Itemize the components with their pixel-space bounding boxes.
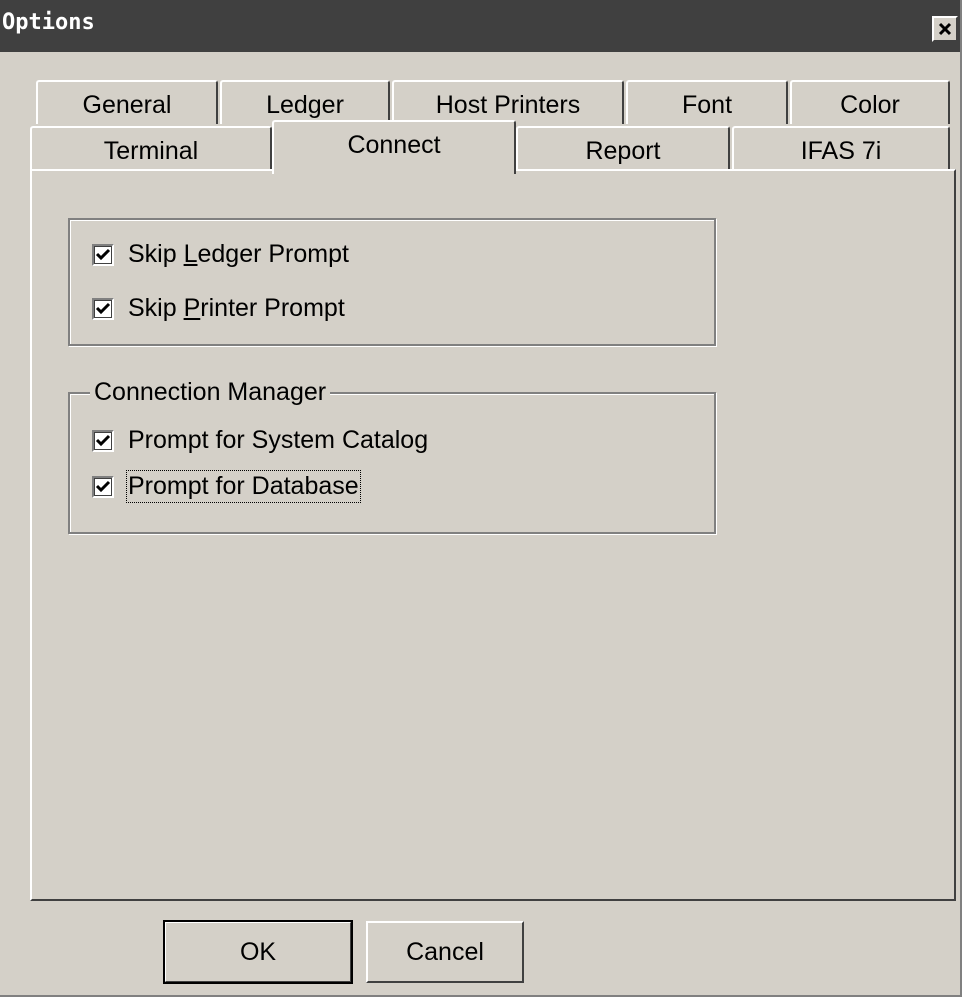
tab-color[interactable]: Color <box>790 80 950 124</box>
ok-button-label: OK <box>239 937 277 966</box>
title-bar[interactable]: Options <box>0 0 960 52</box>
tab-font[interactable]: Font <box>626 80 788 124</box>
tab-label: IFAS 7i <box>800 136 882 165</box>
tab-label: Terminal <box>103 136 199 165</box>
prompt-system-catalog-option[interactable]: Prompt for System Catalog <box>92 426 428 455</box>
checkmark-icon <box>95 248 111 260</box>
prompt-database-option[interactable]: Prompt for Database <box>92 470 361 503</box>
close-x-icon <box>938 22 952 36</box>
tab-label: General <box>82 90 172 119</box>
checkmark-icon <box>95 302 111 314</box>
connect-tab-panel: Skip Ledger Prompt Skip Printer Prompt C… <box>30 169 956 901</box>
tab-label: Host Printers <box>435 90 581 119</box>
prompts-group: Skip Ledger Prompt Skip Printer Prompt <box>68 218 716 346</box>
cancel-button-label: Cancel <box>406 937 484 966</box>
window-title: Options <box>2 10 95 35</box>
checkmark-icon <box>95 434 111 446</box>
prompt-system-catalog-checkbox[interactable] <box>92 429 114 452</box>
tab-label: Connect <box>347 130 441 159</box>
tab-label: Ledger <box>266 90 344 119</box>
skip-ledger-prompt-label: Skip Ledger Prompt <box>128 240 349 268</box>
skip-printer-prompt-option[interactable]: Skip Printer Prompt <box>92 294 345 323</box>
tab-general[interactable]: General <box>36 80 218 124</box>
skip-ledger-prompt-option[interactable]: Skip Ledger Prompt <box>92 240 349 269</box>
tab-ifas-7i[interactable]: IFAS 7i <box>732 126 950 170</box>
skip-ledger-prompt-checkbox[interactable] <box>92 243 114 266</box>
prompt-database-label: Prompt for Database <box>126 470 361 503</box>
cancel-button[interactable]: Cancel <box>366 921 524 983</box>
options-dialog: Options General Ledger Host Printers Fon… <box>0 0 962 997</box>
tab-host-printers[interactable]: Host Printers <box>392 80 624 124</box>
tab-terminal[interactable]: Terminal <box>30 126 272 170</box>
tab-report[interactable]: Report <box>516 126 730 170</box>
prompt-system-catalog-label: Prompt for System Catalog <box>128 426 429 454</box>
tab-connect[interactable]: Connect <box>272 120 516 174</box>
checkmark-icon <box>95 480 111 492</box>
prompt-database-checkbox[interactable] <box>92 475 114 498</box>
tab-label: Font <box>681 90 733 119</box>
ok-button[interactable]: OK <box>163 920 353 984</box>
tab-label: Report <box>585 136 661 165</box>
tab-label: Color <box>840 90 900 119</box>
connection-manager-legend: Connection Manager <box>90 378 331 407</box>
connection-manager-group: Connection Manager Prompt for System Cat… <box>68 378 716 534</box>
tab-ledger[interactable]: Ledger <box>220 80 390 124</box>
close-button[interactable] <box>932 16 958 42</box>
skip-printer-prompt-label: Skip Printer Prompt <box>128 294 345 322</box>
skip-printer-prompt-checkbox[interactable] <box>92 297 114 320</box>
